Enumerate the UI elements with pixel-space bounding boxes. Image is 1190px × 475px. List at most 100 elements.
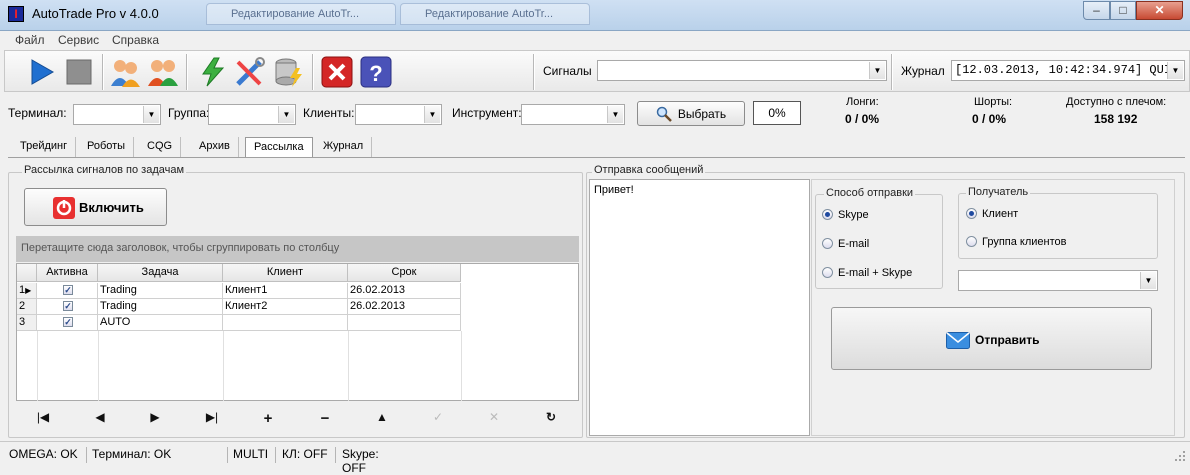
col-active[interactable]: Активна [37,264,98,282]
radio-email-skype[interactable] [822,267,833,278]
delete-record-button[interactable]: − [315,410,335,427]
database-button[interactable] [272,56,304,88]
radio-client[interactable] [966,208,977,219]
signals-dropdown[interactable]: ▼ [597,60,887,81]
signals-group-title: Рассылка сигналов по задачам [22,164,187,176]
radio-client-group[interactable] [966,236,977,247]
terminal-dropdown[interactable]: ▼ [73,104,161,125]
tab-robots[interactable]: Роботы [79,137,135,158]
background-window-tab: Редактирование AutoTr... [400,3,590,25]
grid-navigator: |◀ ◀ ▶ ▶| + − ▲ ✓ ✕ ↻ [16,402,579,434]
enable-button-label: Включить [79,200,144,215]
post-record-button[interactable]: ✓ [428,410,448,426]
col-client[interactable]: Клиент [223,264,348,282]
users-button[interactable] [109,56,141,88]
active-cell[interactable]: ✓ [37,299,98,315]
tab-cqg[interactable]: CQG [139,137,182,158]
chevron-down-icon: ▼ [607,106,623,123]
enable-button[interactable]: Включить [24,188,167,226]
exit-button[interactable] [321,56,353,88]
group-label: Группа: [168,106,210,120]
tab-trading[interactable]: Трейдинг [12,137,77,158]
minimize-button[interactable]: – [1083,1,1110,20]
menu-service[interactable]: Сервис [58,33,99,47]
col-date[interactable]: Срок [348,264,461,282]
table-row[interactable]: 2 [17,299,37,315]
refresh-button[interactable]: ↻ [541,410,561,426]
client-cell[interactable] [223,315,348,331]
email-label: E-mail [838,238,870,250]
connect-button[interactable] [197,56,229,88]
tab-journal[interactable]: Журнал [315,137,373,158]
task-cell[interactable]: Trading [98,299,223,315]
close-button[interactable]: ✕ [1136,1,1183,20]
tab-mailing[interactable]: Рассылка [245,137,313,158]
database-icon [275,58,302,87]
date-cell[interactable] [348,315,461,331]
next-record-button[interactable]: ▶ [145,410,165,426]
edit-record-button[interactable]: ▲ [372,410,392,426]
menu-help[interactable]: Справка [112,33,159,47]
prev-record-button[interactable]: ◀ [90,410,110,426]
clients-dropdown[interactable]: ▼ [355,104,442,125]
client-cell[interactable]: Клиент1 [223,283,348,299]
task-cell[interactable]: Trading [98,283,223,299]
journal-label: Журнал [901,64,945,78]
settings-button[interactable] [234,56,266,88]
resize-grip-icon[interactable] [1172,448,1186,462]
date-cell[interactable]: 26.02.2013 [348,299,461,315]
select-button[interactable]: Выбрать [637,101,745,126]
date-cell[interactable]: 26.02.2013 [348,283,461,299]
checkbox-checked[interactable]: ✓ [63,317,73,327]
client-cell[interactable]: Клиент2 [223,299,348,315]
message-textarea[interactable]: Привет! [589,179,810,436]
checkbox-checked[interactable]: ✓ [63,301,73,311]
chevron-down-icon: ▼ [869,62,885,79]
radio-skype[interactable] [822,209,833,220]
checkbox-checked[interactable]: ✓ [63,285,73,295]
col-task[interactable]: Задача [98,264,223,282]
signals-value [598,61,601,75]
tab-archive[interactable]: Архив [191,137,239,158]
status-kl: КЛ: OFF [278,447,336,463]
table-row[interactable]: 1▶ [17,283,37,299]
last-record-button[interactable]: ▶| [202,410,222,426]
maximize-button[interactable]: □ [1110,1,1136,20]
shorts-value: 0 / 0% [972,112,1007,126]
first-record-button[interactable]: |◀ [33,410,53,426]
menu-bar: Файл Сервис Справка [0,31,1190,49]
radio-email[interactable] [822,238,833,249]
email-skype-label: E-mail + Skype [838,267,913,279]
send-button[interactable]: Отправить [831,307,1152,370]
active-cell[interactable]: ✓ [37,283,98,299]
chevron-down-icon: ▼ [143,106,159,123]
toolbar: ? Сигналы ▼ Журнал [12.03.2013, 10:42:34… [4,50,1190,92]
active-cell[interactable]: ✓ [37,315,98,331]
help-icon: ? [360,56,392,88]
status-bar: OMEGA: OK Терминал: OK MULTI КЛ: OFF Sky… [0,441,1190,475]
table-row[interactable]: 3 [17,315,37,331]
journal-dropdown[interactable]: [12.03.2013, 10:42:34.974] QUI ▼ [951,60,1185,81]
close-red-icon [321,56,353,88]
group-by-bar[interactable]: Перетащите сюда заголовок, чтобы сгруппи… [16,236,579,262]
row-header-corner [17,264,37,282]
title-bar: I AutoTrade Pro v 4.0.0 Редактирование A… [0,0,1190,31]
help-button[interactable]: ? [360,56,392,88]
menu-file[interactable]: Файл [15,33,45,47]
recipient-group-title: Получатель [966,186,1031,198]
progress-percent: 0% [753,101,801,125]
envelope-icon [946,332,970,349]
add-record-button[interactable]: + [258,410,278,427]
task-cell[interactable]: AUTO [98,315,223,331]
stop-button[interactable] [63,56,95,88]
group-dropdown[interactable]: ▼ [208,104,296,125]
recipient-dropdown[interactable]: ▼ [958,270,1158,291]
user-groups-button[interactable] [147,56,179,88]
play-button[interactable] [25,56,57,88]
cancel-record-button[interactable]: ✕ [484,410,504,426]
instrument-dropdown[interactable]: ▼ [521,104,625,125]
app-icon: I [8,6,24,22]
available-label: Доступно с плечом: [1066,96,1167,108]
client-group-label: Группа клиентов [982,236,1067,248]
recipient-value [959,273,962,285]
